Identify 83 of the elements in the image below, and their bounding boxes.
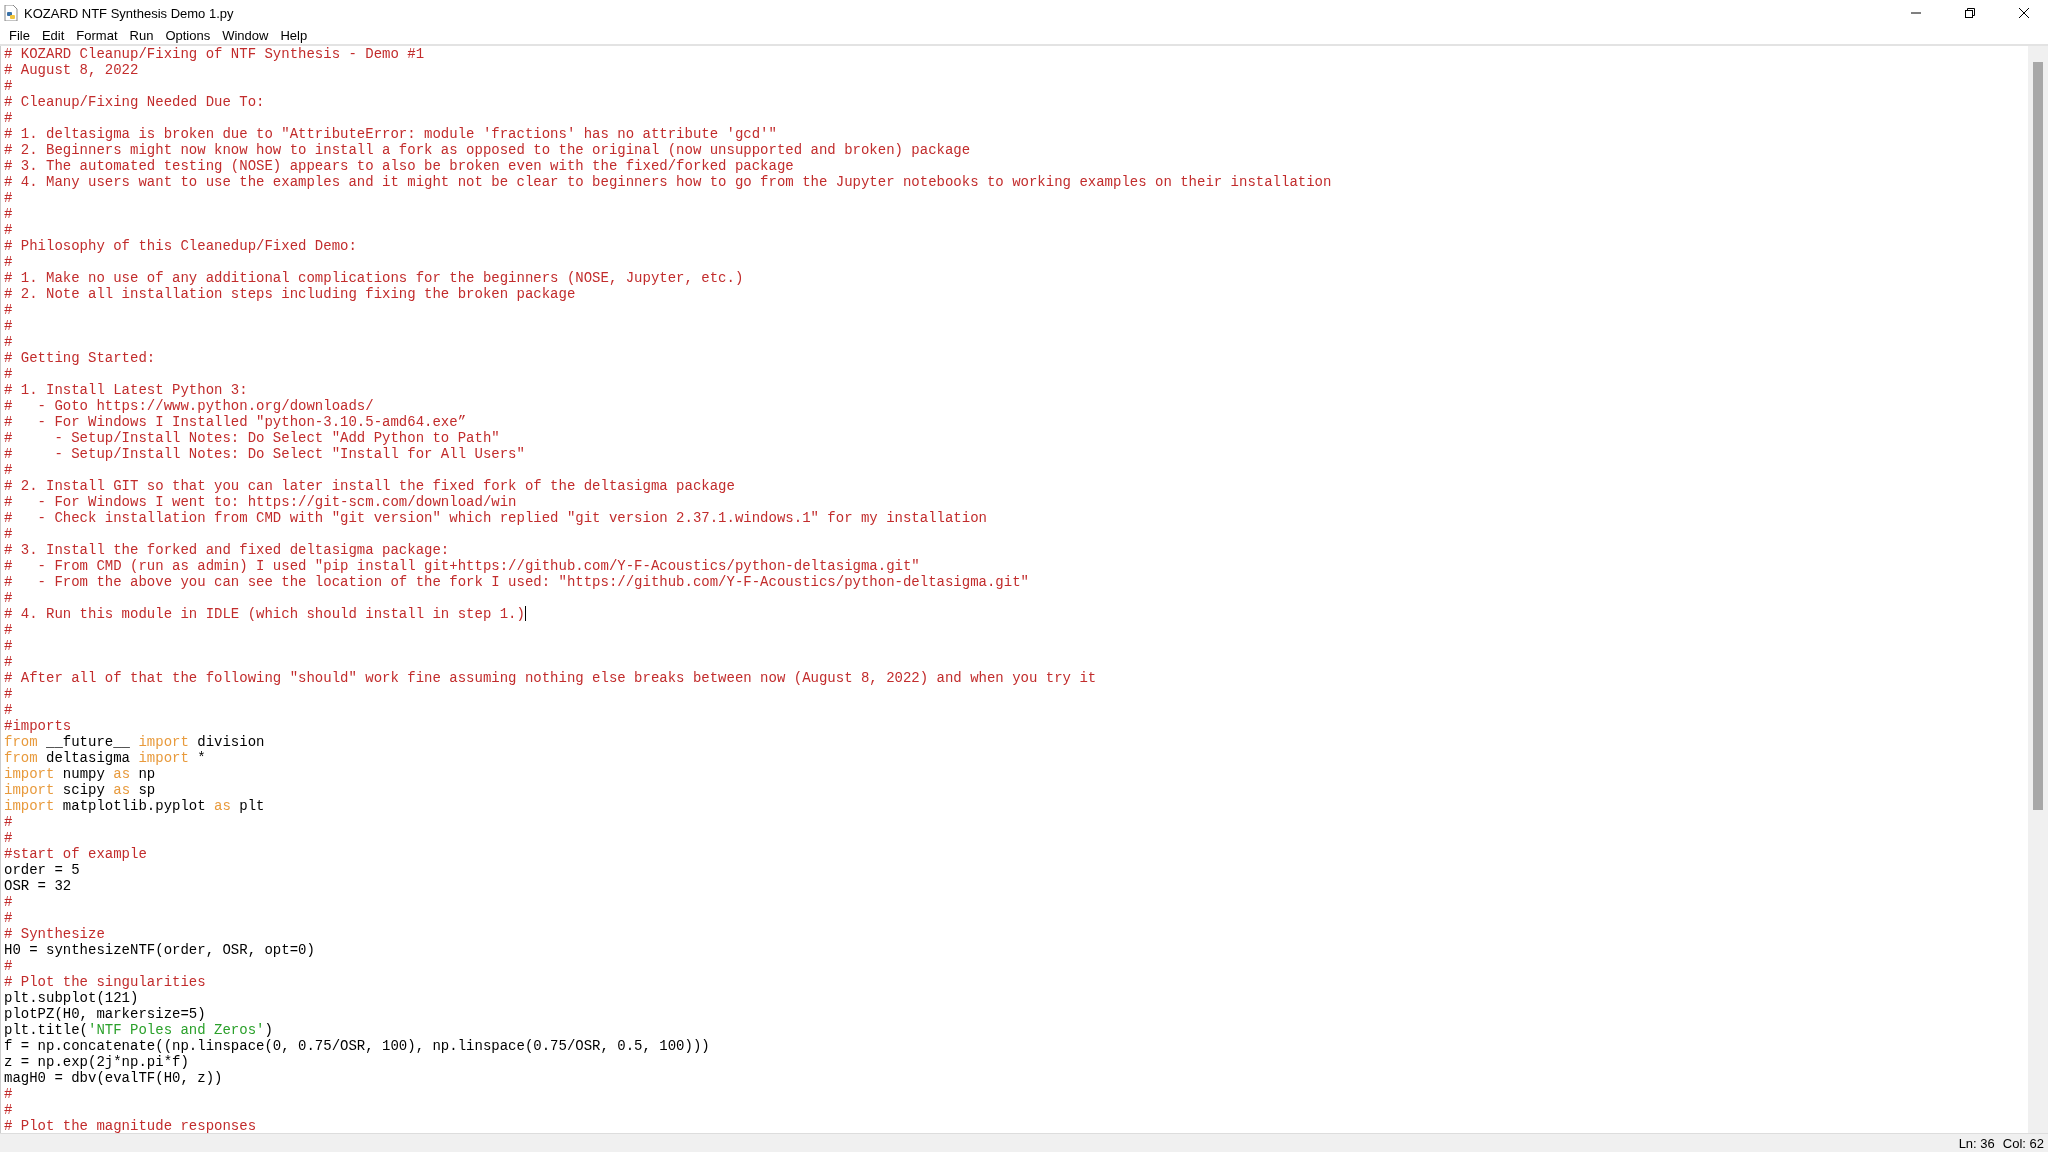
code-line: # <box>4 686 14 702</box>
code-line: # - Setup/Install Notes: Do Select "Add Python to Path" <box>4 430 501 446</box>
code-line: plt.title('NTF Poles and Zeros') <box>4 1022 274 1038</box>
code-line: # 4. Many users want to use the examples and it might not be clear to beginners how to go from the Jupyter notebooks to working examples on their installation <box>4 174 1333 190</box>
code-line: # 2. Install GIT so that you can later install the fixed fork of the deltasigma package <box>4 478 736 494</box>
code-line: # <box>4 318 14 334</box>
code-line: # - For Windows I went to: https://git-scm.com/download/win <box>4 494 518 510</box>
code-line: # <box>4 78 14 94</box>
code-line: # <box>4 206 14 222</box>
code-line: # 1. Install Latest Python 3: <box>4 382 249 398</box>
code-line: # 1. deltasigma is broken due to "AttributeError: module 'fractions' has no attribute 'gcd'" <box>4 126 778 142</box>
menu-item[interactable]: Window <box>217 26 276 44</box>
code-line: # <box>4 190 14 206</box>
code-line: # - Goto https://www.python.org/downloads/ <box>4 398 375 414</box>
code-line: # 3. Install the forked and fixed deltasigma package: <box>4 542 451 558</box>
code-line: #imports <box>4 718 73 734</box>
scrollbar[interactable] <box>2028 46 2048 1133</box>
code-line: plotPZ(H0, markersize=5) <box>4 1006 207 1022</box>
code-line: # - Check installation from CMD with "git version" which replied "git version 2.37.1.windows.1" for my installation <box>4 510 988 526</box>
window-title: KOZARD NTF Synthesis Demo 1.py <box>24 5 235 21</box>
code-line: # <box>4 622 14 638</box>
code-line: import numpy as np <box>4 766 157 782</box>
code-line: # <box>4 702 14 718</box>
code-line: # 2. Beginners might now know how to install a fork as opposed to the original (now unsupported and broken) package <box>4 142 972 158</box>
close-icon <box>2018 7 2030 19</box>
code-line: # <box>4 302 14 318</box>
code-line: # <box>4 894 14 910</box>
line-number: Ln: 36 <box>1958 1135 1995 1151</box>
code-line: # Plot the magnitude responses <box>4 1118 258 1133</box>
code-line: # 3. The automated testing (NOSE) appears to also be broken even with the fixed/forked package <box>4 158 795 174</box>
menu-item[interactable]: Run <box>124 26 161 44</box>
code-line: # 1. Make no use of any additional complications for the beginners (NOSE, Jupyter, etc.) <box>4 270 745 286</box>
code-line: # <box>4 222 14 238</box>
code-line: # <box>4 462 14 478</box>
menu-item[interactable]: Options <box>160 26 218 44</box>
code-line: import matplotlib.pyplot as plt <box>4 798 266 814</box>
code-line: order = 5 <box>4 862 81 878</box>
code-line: # <box>4 654 14 670</box>
code-line: # - From the above you can see the location of the fork I used: "https://github.com/Y-F-Acoustics/python-deltasigma.git" <box>4 574 1030 590</box>
code-line: f = np.concatenate((np.linspace(0, 0.75/OSR, 100), np.linspace(0.75/OSR, 0.5, 100))) <box>4 1038 711 1054</box>
code-line: # <box>4 958 14 974</box>
menu-item[interactable]: Edit <box>36 26 72 44</box>
code-line: # <box>4 830 14 846</box>
code-line: # - For Windows I Installed "python-3.10.5-amd64.exe” <box>4 414 468 430</box>
code-line: # Getting Started: <box>4 350 157 366</box>
code-line: plt.subplot(121) <box>4 990 140 1006</box>
code-line: z = np.exp(2j*np.pi*f) <box>4 1054 190 1070</box>
code-line: # August 8, 2022 <box>4 62 140 78</box>
code-line: # <box>4 590 14 606</box>
code-line: # After all of that the following "should" work fine assuming nothing else breaks between now (August 8, 2022) and when you try it <box>4 670 1098 686</box>
code-line: # Philosophy of this Cleanedup/Fixed Demo: <box>4 238 358 254</box>
code-line: from deltasigma import * <box>4 750 207 766</box>
code-line: import scipy as sp <box>4 782 157 798</box>
code-line: # 2. Note all installation steps including fixing the broken package <box>4 286 577 302</box>
code-line: # <box>4 910 14 926</box>
menu-item[interactable]: Format <box>71 26 125 44</box>
code-line: # <box>4 526 14 542</box>
column-number: Col: 62 <box>2002 1135 2044 1151</box>
code-line: OSR = 32 <box>4 878 73 894</box>
code-line: # <box>4 254 14 270</box>
code-line: # KOZARD Cleanup/Fixing of NTF Synthesis - Demo #1 <box>4 46 426 62</box>
code-line: # <box>4 334 14 350</box>
code-line: from __future__ import division <box>4 734 266 750</box>
python-file-icon <box>4 5 18 21</box>
scrollbar-thumb[interactable] <box>2033 62 2043 810</box>
code-line: # <box>4 1102 14 1118</box>
code-line: # - From CMD (run as admin) I used "pip install git+https://github.com/Y-F-Acoustics/python-deltasigma.git" <box>4 558 921 574</box>
code-line: # <box>4 1086 14 1102</box>
code-line: #start of example <box>4 846 148 862</box>
code-line: H0 = synthesizeNTF(order, OSR, opt=0) <box>4 942 316 958</box>
code-line: # Cleanup/Fixing Needed Due To: <box>4 94 266 110</box>
code-line: # - Setup/Install Notes: Do Select "Install for All Users" <box>4 446 526 462</box>
code-line: magH0 = dbv(evalTF(H0, z)) <box>4 1070 224 1086</box>
menu-item[interactable]: File <box>4 26 37 44</box>
restore-icon <box>1964 7 1976 19</box>
code-line: # <box>4 814 14 830</box>
menu-item[interactable]: Help <box>275 26 315 44</box>
code-line: # <box>4 110 14 126</box>
code-line: # Synthesize <box>4 926 106 942</box>
code-line: # Plot the singularities <box>4 974 207 990</box>
code-line: # 4. Run this module in IDLE (which should install in step 1.) <box>4 606 527 622</box>
code-line: # <box>4 638 14 654</box>
code-line: # <box>4 366 14 382</box>
